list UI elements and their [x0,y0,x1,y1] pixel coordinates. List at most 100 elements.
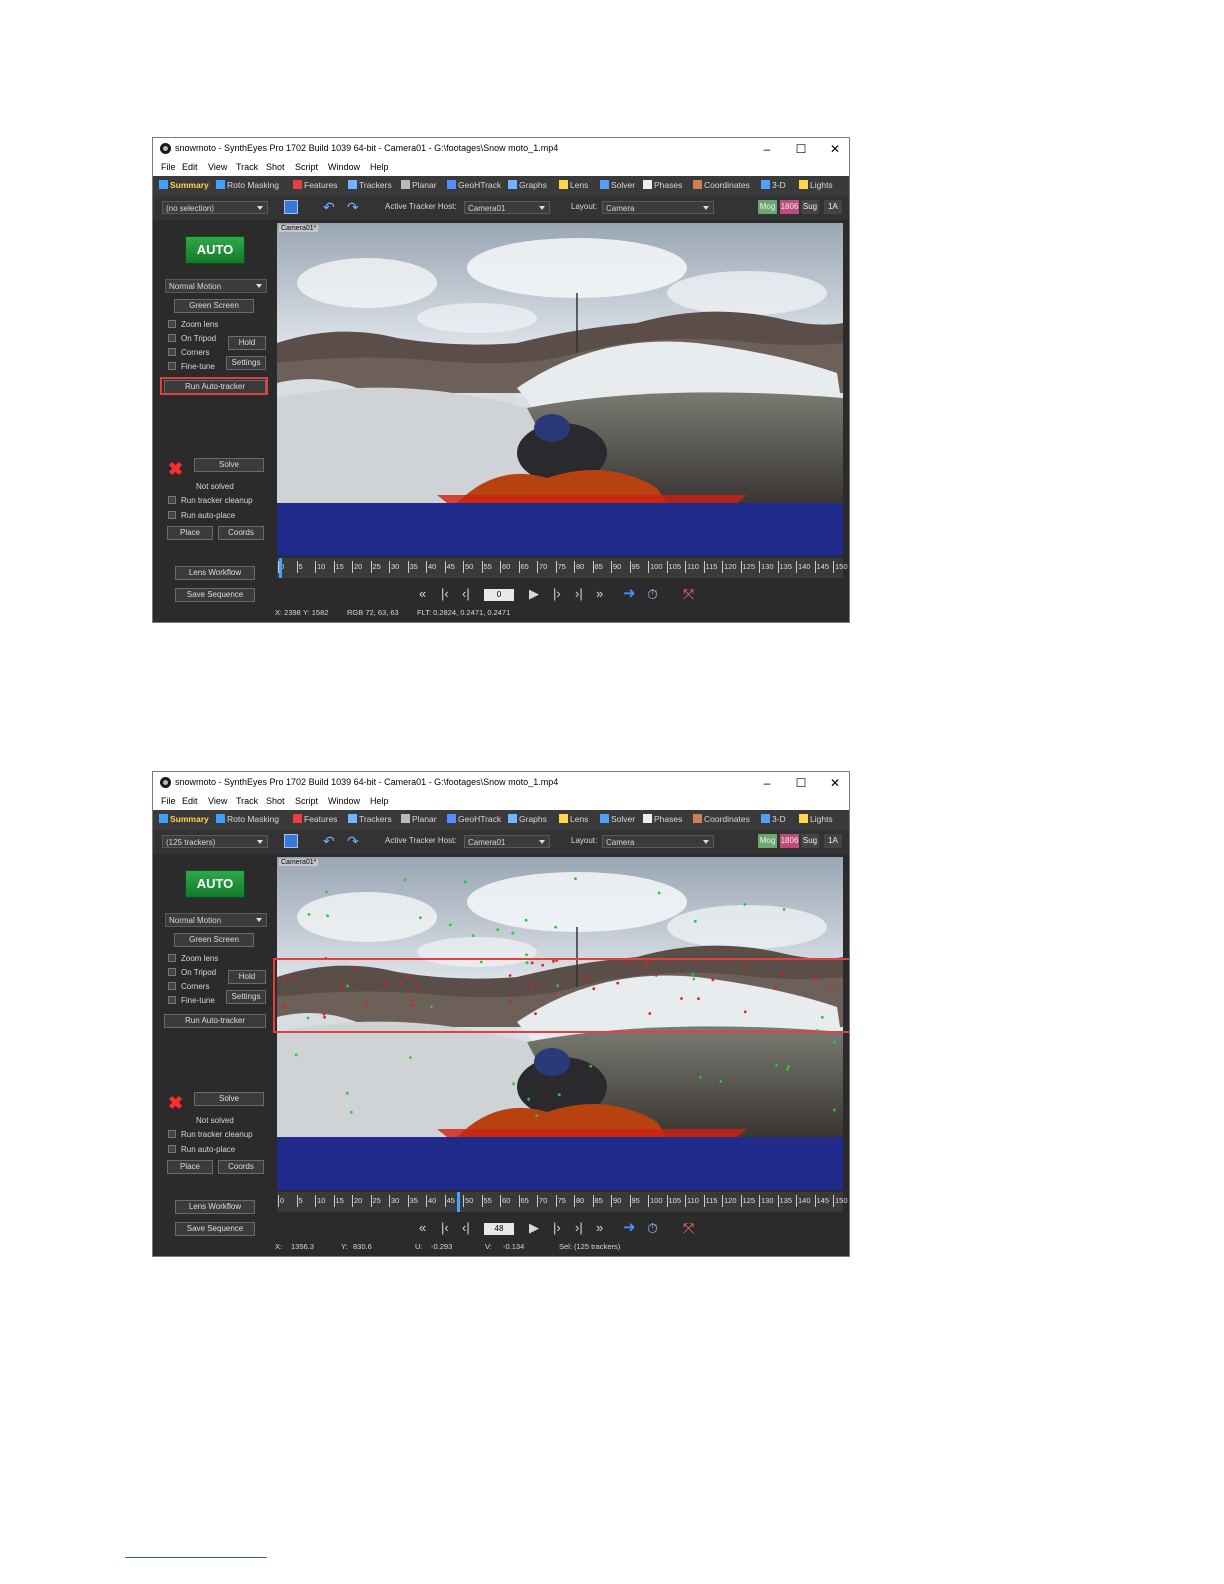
selection-dropdown[interactable]: (125 trackers) [162,835,268,848]
save-sequence-button[interactable]: Save Sequence [175,588,255,602]
selection-dropdown[interactable]: (no selection) [162,201,268,214]
tab-solver[interactable]: Solver [600,814,635,824]
checkbox-box[interactable] [168,334,176,342]
tracker-point[interactable] [511,931,515,935]
tracker-point[interactable] [326,914,329,918]
settings-button[interactable]: Settings [226,990,266,1004]
maximize-button[interactable]: ☐ [786,773,816,793]
checkbox-box[interactable] [168,968,176,976]
tab-coordinates[interactable]: Coordinates [693,180,750,190]
menu-edit[interactable]: Edit [182,162,198,172]
checkbox-box[interactable] [168,496,176,504]
tracker-point[interactable] [833,1041,837,1044]
go-arrow-icon[interactable]: ➜ [623,586,636,602]
checkbox-box[interactable] [168,320,176,328]
tracker-point[interactable] [346,1091,349,1095]
camera-viewport[interactable]: Camera01* [277,223,843,556]
next-key-button[interactable]: ›| [575,586,583,602]
delete-x-icon[interactable]: ✖ [168,1094,186,1112]
close-button[interactable]: ✕ [820,139,849,159]
tab-graphs[interactable]: Graphs [508,180,547,190]
menu-help[interactable]: Help [370,162,389,172]
coords-button[interactable]: Coords [218,526,264,540]
maximize-button[interactable]: ☐ [786,139,816,159]
checkbox-zoom-lens[interactable]: Zoom lens [168,954,218,963]
tracker-point[interactable] [527,1097,530,1101]
tab-geohtrack[interactable]: GeoHTrack [447,814,501,824]
checkbox-run-auto-place[interactable]: Run auto-place [168,511,235,520]
lens-workflow-button[interactable]: Lens Workflow [175,1200,255,1214]
tracker-point[interactable] [349,1110,353,1114]
run-auto-tracker-button[interactable]: Run Auto-tracker [164,1014,266,1028]
tab-lights[interactable]: Lights [799,814,833,824]
menu-view[interactable]: View [208,796,227,806]
tracker-point[interactable] [574,877,577,881]
tab-roto-masking[interactable]: Roto Masking [216,814,279,824]
settings-button[interactable]: Settings [226,356,266,370]
tracker-point[interactable] [307,913,311,916]
expand-icon[interactable]: ⤧ [683,1220,694,1236]
menu-script[interactable]: Script [295,162,318,172]
save-sequence-button[interactable]: Save Sequence [175,1222,255,1236]
undo-icon[interactable]: ↶ [323,199,335,216]
tracker-point[interactable] [524,918,528,922]
menu-shot[interactable]: Shot [266,162,285,172]
tracker-point[interactable] [786,1067,789,1071]
playhead[interactable] [456,1192,460,1212]
tab-graphs[interactable]: Graphs [508,814,547,824]
tracker-point[interactable] [557,1093,561,1097]
redo-icon[interactable]: ↷ [347,199,359,216]
solve-button[interactable]: Solve [194,1092,264,1106]
checkbox-box[interactable] [168,1130,176,1138]
toolbar-toggle-mog[interactable]: Mog [758,834,777,848]
checkbox-on-tripod[interactable]: On Tripod [168,334,216,343]
menu-file[interactable]: File [161,796,176,806]
tab-lights[interactable]: Lights [799,180,833,190]
checkbox-box[interactable] [168,1145,176,1153]
menu-window[interactable]: Window [328,162,360,172]
first-frame-button[interactable]: « [419,1220,426,1236]
menu-file[interactable]: File [161,162,176,172]
checkbox-box[interactable] [168,348,176,356]
previous-key-button[interactable]: |‹ [441,1220,449,1236]
menu-window[interactable]: Window [328,796,360,806]
tracker-point[interactable] [693,919,697,923]
toolbar-toggle-1806[interactable]: 1806 [780,200,799,214]
checkbox-fine-tune[interactable]: Fine-tune [168,996,215,1005]
tracker-point[interactable] [719,1080,723,1083]
tracker-point[interactable] [699,1075,702,1079]
checkbox-zoom-lens[interactable]: Zoom lens [168,320,218,329]
tracker-point[interactable] [496,928,500,931]
auto-button[interactable]: AUTO [185,236,245,264]
toolbar-toggle-mog[interactable]: Mog [758,200,777,214]
tracker-point[interactable] [463,880,467,884]
tab-coordinates[interactable]: Coordinates [693,814,750,824]
tracker-point[interactable] [657,891,661,895]
tracker-point[interactable] [833,1108,836,1112]
layout-dropdown[interactable]: Camera [602,201,714,214]
step-back-button[interactable]: ‹| [462,586,470,602]
tab-phases[interactable]: Phases [643,180,682,190]
hold-button[interactable]: Hold [228,336,266,350]
tab-roto-masking[interactable]: Roto Masking [216,180,279,190]
clock-icon[interactable]: ⏱ [647,1220,658,1236]
previous-key-button[interactable]: |‹ [441,586,449,602]
menu-edit[interactable]: Edit [182,796,198,806]
tab-trackers[interactable]: Trackers [348,180,392,190]
tracker-point[interactable] [419,916,422,920]
redo-icon[interactable]: ↷ [347,833,359,850]
play-button[interactable]: ▶ [529,1220,539,1236]
save-icon[interactable] [284,834,298,848]
menu-shot[interactable]: Shot [266,796,285,806]
clock-icon[interactable]: ⏱ [647,586,658,602]
save-icon[interactable] [284,200,298,214]
active-tracker-host-dropdown[interactable]: Camera01 [464,835,550,848]
toolbar-toggle-sug[interactable]: Sug [801,200,819,214]
motion-dropdown[interactable]: Normal Motion [165,279,267,293]
last-frame-button[interactable]: » [596,586,603,602]
tracker-point[interactable] [325,890,328,894]
coords-button[interactable]: Coords [218,1160,264,1174]
tracker-point[interactable] [775,1063,778,1067]
menu-view[interactable]: View [208,162,227,172]
checkbox-corners[interactable]: Corners [168,348,209,357]
